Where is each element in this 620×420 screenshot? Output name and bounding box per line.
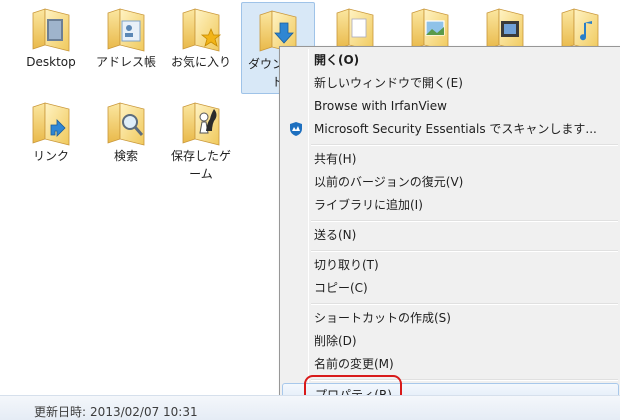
menu-item-open-new-window[interactable]: 新しいウィンドウで開く(E)	[282, 72, 619, 94]
context-menu: 開く(O) 新しいウィンドウで開く(E) Browse with IrfanVi…	[279, 46, 620, 408]
menu-item-send-to[interactable]: 送る(N)	[282, 224, 619, 246]
status-modified-label: 更新日時:	[34, 405, 87, 419]
folder-favorites[interactable]: お気に入り	[164, 0, 238, 72]
menu-separator	[311, 250, 618, 252]
menu-separator	[311, 379, 618, 381]
folder-label: アドレス帳	[95, 55, 156, 69]
menu-item-rename[interactable]: 名前の変更(M)	[282, 353, 619, 375]
menu-item-delete[interactable]: 削除(D)	[282, 330, 619, 352]
folder-label: リンク	[32, 149, 69, 163]
menu-item-share[interactable]: 共有(H)	[282, 148, 619, 170]
status-modified-value: 2013/02/07 10:31	[90, 405, 198, 419]
folder-searches[interactable]: 検索	[89, 94, 163, 166]
menu-item-mse-scan[interactable]: Microsoft Security Essentials でスキャンします..…	[282, 118, 619, 140]
menu-item-create-shortcut[interactable]: ショートカットの作成(S)	[282, 307, 619, 329]
folder-contacts[interactable]: アドレス帳	[89, 0, 163, 72]
menu-item-add-to-library[interactable]: ライブラリに追加(I)	[282, 194, 619, 216]
searches-folder-icon	[102, 99, 150, 147]
folder-label: 検索	[113, 149, 138, 163]
menu-item-browse-irfanview[interactable]: Browse with IrfanView	[282, 95, 619, 117]
menu-separator	[311, 220, 618, 222]
links-folder-icon	[27, 99, 75, 147]
folder-saved-games[interactable]: 保存したゲーム	[164, 94, 238, 184]
contacts-folder-icon	[102, 5, 150, 53]
menu-item-label: Microsoft Security Essentials でスキャンします..…	[314, 122, 597, 136]
folder-label: お気に入り	[170, 55, 231, 69]
favorites-folder-icon	[177, 5, 222, 53]
folder-label: Desktop	[26, 55, 76, 69]
status-modified: 更新日時: 2013/02/07 10:31	[34, 403, 198, 420]
folder-label: 保存したゲーム	[170, 149, 231, 181]
menu-item-cut[interactable]: 切り取り(T)	[282, 254, 619, 276]
menu-item-open[interactable]: 開く(O)	[282, 49, 619, 71]
saved-games-folder-icon	[177, 99, 225, 147]
security-essentials-icon	[290, 122, 302, 136]
menu-separator	[311, 144, 618, 146]
menu-item-restore-previous[interactable]: 以前のバージョンの復元(V)	[282, 171, 619, 193]
status-bar: 更新日時: 2013/02/07 10:31	[0, 395, 620, 420]
folder-desktop[interactable]: Desktop	[14, 0, 88, 72]
menu-item-copy[interactable]: コピー(C)	[282, 277, 619, 299]
folder-links[interactable]: リンク	[14, 94, 88, 166]
menu-separator	[311, 303, 618, 305]
desktop-folder-icon	[27, 5, 75, 53]
